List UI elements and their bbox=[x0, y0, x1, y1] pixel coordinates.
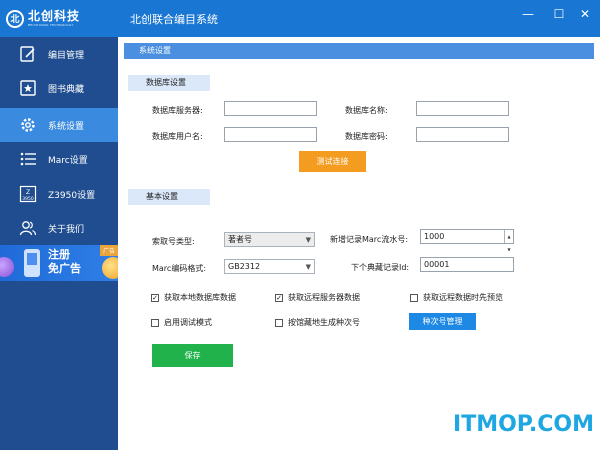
sidebar-item-about[interactable]: 关于我们 bbox=[0, 211, 118, 245]
checkbox-remote-server[interactable]: ✓ 获取远程服务器数据 bbox=[275, 292, 360, 303]
sidebar-item-label: 关于我们 bbox=[48, 224, 85, 235]
checkbox-label: 获取本地数据库数据 bbox=[164, 293, 236, 302]
checkbox-location-seq[interactable]: 按馆藏地生成种次号 bbox=[275, 317, 360, 328]
sidebar-item-z3950[interactable]: Z 3950 Z3950设置 bbox=[0, 177, 118, 211]
db-server-input[interactable] bbox=[224, 101, 317, 116]
sidebar-item-label: 系统设置 bbox=[48, 121, 85, 132]
checkbox-label: 按馆藏地生成种次号 bbox=[288, 318, 360, 327]
sidebar-item-label: Marc设置 bbox=[48, 155, 88, 166]
db-user-label: 数据库用户名: bbox=[152, 132, 203, 141]
checkbox-remote-preview[interactable]: 获取远程数据时先预览 bbox=[410, 292, 503, 303]
ad-banner[interactable]: 广告 注册 免广告 bbox=[0, 245, 118, 281]
list-icon bbox=[18, 149, 38, 169]
sidebar-item-marc[interactable]: Marc设置 bbox=[0, 142, 118, 176]
checkbox-label: 启用调试模式 bbox=[164, 318, 212, 327]
checkbox-debug-mode[interactable]: 启用调试模式 bbox=[151, 317, 212, 328]
gear-icon bbox=[18, 115, 38, 135]
main-panel: 系统设置 数据库设置 数据库服务器: 数据库名称: 数据库用户名: 数据库密码:… bbox=[118, 37, 600, 450]
index-type-select[interactable]: 著者号 ▼ bbox=[224, 232, 315, 247]
checkbox-box[interactable] bbox=[410, 293, 418, 302]
marc-serial-value: 1000 bbox=[424, 232, 445, 241]
checkbox-box[interactable] bbox=[275, 318, 283, 327]
marc-serial-label: 新增记录Marc流水号: bbox=[330, 235, 409, 244]
marc-encoding-select[interactable]: GB2312 ▼ bbox=[224, 259, 315, 274]
svg-text:3950: 3950 bbox=[22, 196, 34, 202]
checkbox-label: 获取远程数据时先预览 bbox=[423, 293, 503, 302]
sidebar: 编目管理 图书典藏 系统设置 Marc设置 Z 3950 Z3950设置 关于我… bbox=[0, 37, 118, 450]
ad-line2: 免广告 bbox=[48, 262, 81, 275]
sidebar-item-collection[interactable]: 图书典藏 bbox=[0, 71, 118, 105]
star-book-icon bbox=[18, 78, 38, 98]
maximize-button[interactable]: ☐ bbox=[550, 6, 568, 22]
phone-screen-icon bbox=[27, 253, 37, 265]
checkbox-local-db[interactable]: ✓ 获取本地数据库数据 bbox=[151, 292, 236, 303]
checkbox-box[interactable]: ✓ bbox=[275, 293, 283, 302]
stepper-arrows-icon[interactable]: ▲ ▼ bbox=[504, 230, 513, 252]
sidebar-item-label: Z3950设置 bbox=[48, 190, 96, 201]
watermark-text: ITMOP.COM bbox=[453, 412, 594, 437]
z3950-icon: Z 3950 bbox=[18, 184, 38, 204]
ad-text: 注册 免广告 bbox=[48, 248, 81, 276]
edit-icon bbox=[18, 44, 38, 64]
db-password-label: 数据库密码: bbox=[345, 132, 388, 141]
minimize-button[interactable]: — bbox=[519, 6, 537, 22]
logo-mark-icon: 北 bbox=[6, 9, 24, 28]
sidebar-item-catalog[interactable]: 编目管理 bbox=[0, 37, 118, 71]
next-record-label: 下个典藏记录Id: bbox=[351, 263, 410, 272]
sidebar-item-label: 编目管理 bbox=[48, 50, 85, 61]
marc-serial-stepper[interactable]: 1000 ▲ ▼ bbox=[420, 229, 514, 252]
logo: 北 北创科技 BEICHUANG TECHNOLOGY bbox=[0, 0, 118, 37]
index-type-label: 索取号类型: bbox=[152, 237, 195, 246]
decor-ball-icon bbox=[102, 257, 118, 279]
db-server-label: 数据库服务器: bbox=[152, 106, 203, 115]
window-title: 北创联合编目系统 bbox=[130, 13, 218, 26]
ad-line1: 注册 bbox=[48, 248, 70, 261]
decor-ball-icon bbox=[0, 257, 14, 277]
db-user-input[interactable] bbox=[224, 127, 317, 142]
svg-text:Z: Z bbox=[26, 189, 30, 196]
checkbox-box[interactable] bbox=[151, 318, 159, 327]
db-name-input[interactable] bbox=[416, 101, 509, 116]
users-icon bbox=[18, 218, 38, 238]
db-section-title: 数据库设置 bbox=[128, 75, 210, 91]
db-name-label: 数据库名称: bbox=[345, 106, 388, 115]
checkbox-label: 获取远程服务器数据 bbox=[288, 293, 360, 302]
index-type-value: 著者号 bbox=[228, 235, 252, 244]
basic-section-title: 基本设置 bbox=[128, 189, 210, 205]
marc-encoding-label: Marc编码格式: bbox=[152, 264, 207, 273]
title-bar: 北 北创科技 BEICHUANG TECHNOLOGY 北创联合编目系统 — ☐… bbox=[0, 0, 600, 37]
checkbox-box[interactable]: ✓ bbox=[151, 293, 159, 302]
chevron-down-icon: ▼ bbox=[305, 263, 311, 271]
chevron-down-icon: ▼ bbox=[305, 236, 311, 244]
logo-text: 北创科技 bbox=[28, 9, 81, 23]
ad-tag: 广告 bbox=[99, 245, 118, 256]
panel-title: 系统设置 bbox=[124, 43, 594, 59]
save-button[interactable]: 保存 bbox=[152, 344, 233, 367]
seq-number-manage-button[interactable]: 种次号管理 bbox=[409, 313, 476, 330]
sidebar-item-settings[interactable]: 系统设置 bbox=[0, 108, 118, 142]
next-record-input[interactable] bbox=[420, 257, 514, 272]
logo-subtext: BEICHUANG TECHNOLOGY bbox=[28, 23, 74, 27]
test-connection-button[interactable]: 测试连接 bbox=[299, 151, 366, 172]
app-window: 北 北创科技 BEICHUANG TECHNOLOGY 北创联合编目系统 — ☐… bbox=[0, 0, 600, 450]
sidebar-item-label: 图书典藏 bbox=[48, 84, 85, 95]
close-button[interactable]: ✕ bbox=[576, 6, 594, 22]
db-password-input[interactable] bbox=[416, 127, 509, 142]
marc-encoding-value: GB2312 bbox=[228, 262, 261, 271]
